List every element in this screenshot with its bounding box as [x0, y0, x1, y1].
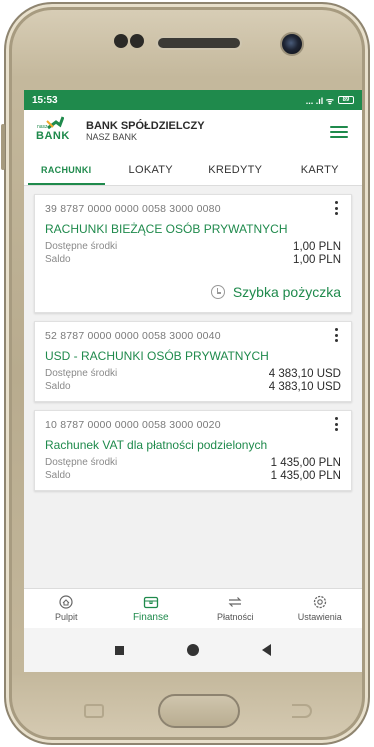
- phone-frame: 15:53 ... .ıl ᯤ 89 nasz BANK BANK SPÓŁDZ…: [1, 2, 370, 745]
- logo-text: BANK: [36, 130, 70, 142]
- tab-karty[interactable]: KARTY: [278, 154, 363, 185]
- nav-ustawienia[interactable]: Ustawienia: [278, 589, 363, 628]
- available-value: 1 435,00 PLN: [270, 457, 341, 469]
- nav-label: Pulpit: [54, 612, 78, 622]
- available-label: Dostępne środki: [45, 457, 118, 468]
- nav-label: Finanse: [132, 611, 169, 623]
- status-icons: ... .ıl ᯤ 89: [306, 94, 354, 107]
- balance-label: Saldo: [45, 254, 71, 265]
- status-time: 15:53: [32, 94, 58, 106]
- bank-logo: nasz BANK: [36, 116, 78, 148]
- quick-loan-button[interactable]: Szybka pożyczka: [45, 284, 341, 300]
- quick-loan-label: Szybka pożyczka: [232, 284, 341, 300]
- balance-row: Saldo 1,00 PLN: [45, 254, 341, 266]
- balance-label: Saldo: [45, 470, 71, 481]
- account-card[interactable]: 39 8787 0000 0000 0058 3000 0080 RACHUNK…: [34, 194, 352, 313]
- balance-value: 1 435,00 PLN: [270, 470, 341, 482]
- tab-lokaty[interactable]: LOKATY: [109, 154, 194, 185]
- nav-pulpit[interactable]: Pulpit: [24, 589, 109, 628]
- hardware-home-button: [158, 694, 240, 728]
- tab-bar: RACHUNKI LOKATY KREDYTY KARTY: [24, 154, 362, 186]
- wallet-icon: [143, 596, 158, 608]
- more-options-icon[interactable]: [331, 417, 341, 431]
- hardware-back-key: [292, 704, 312, 718]
- account-name[interactable]: Rachunek VAT dla płatności podzielonych: [45, 438, 341, 453]
- brand-subtitle: NASZ BANK: [86, 132, 138, 142]
- brand: BANK SPÓŁDZIELCZY NASZ BANK: [86, 121, 330, 143]
- logo-arrow-icon: [46, 116, 64, 130]
- tab-kredyty[interactable]: KREDYTY: [193, 154, 278, 185]
- balance-value: 4 383,10 USD: [268, 381, 341, 393]
- clock-icon: [210, 285, 225, 299]
- account-number: 10 8787 0000 0000 0058 3000 0020: [45, 419, 221, 431]
- available-row: Dostępne środki 4 383,10 USD: [45, 368, 341, 380]
- balance-value: 1,00 PLN: [293, 254, 341, 266]
- back-icon[interactable]: [261, 644, 271, 656]
- brand-title: BANK SPÓŁDZIELCZY: [86, 120, 205, 132]
- recent-apps-icon[interactable]: [115, 645, 125, 655]
- sensor-dot: [114, 34, 128, 48]
- balance-label: Saldo: [45, 381, 71, 392]
- home-icon: [59, 595, 73, 609]
- available-label: Dostępne środki: [45, 241, 118, 252]
- balance-row: Saldo 1 435,00 PLN: [45, 470, 341, 482]
- volume-button: [1, 124, 5, 170]
- account-card[interactable]: 52 8787 0000 0000 0058 3000 0040 USD - R…: [34, 321, 352, 402]
- available-value: 1,00 PLN: [293, 241, 341, 253]
- gear-icon: [313, 595, 326, 609]
- more-options-icon[interactable]: [331, 201, 341, 215]
- hamburger-icon[interactable]: [330, 126, 348, 138]
- signal-wifi-icon: ... .ıl ᯤ: [305, 95, 334, 106]
- front-camera: [280, 32, 304, 56]
- nav-finanse[interactable]: Finanse: [109, 589, 194, 628]
- account-name[interactable]: USD - RACHUNKI OSÓB PRYWATNYCH: [45, 349, 341, 364]
- nav-label: Ustawienia: [297, 612, 342, 622]
- app-header: nasz BANK BANK SPÓŁDZIELCZY NASZ BANK: [24, 110, 362, 154]
- sensor-dot: [130, 34, 144, 48]
- bottom-navigation: Pulpit Finanse Płatności Ustawienia: [24, 588, 362, 628]
- account-list: 39 8787 0000 0000 0058 3000 0080 RACHUNK…: [24, 186, 362, 491]
- transfer-arrows-icon: [228, 597, 242, 607]
- tab-rachunki[interactable]: RACHUNKI: [24, 154, 109, 185]
- more-options-icon[interactable]: [331, 328, 341, 342]
- nav-label: Płatności: [216, 612, 254, 622]
- hardware-recent-key: [84, 704, 104, 718]
- available-label: Dostępne środki: [45, 368, 118, 379]
- account-number: 39 8787 0000 0000 0058 3000 0080: [45, 203, 221, 215]
- battery-icon: 89: [338, 96, 354, 104]
- system-navigation-bar: [24, 628, 362, 672]
- status-bar: 15:53 ... .ıl ᯤ 89: [24, 90, 362, 110]
- account-number: 52 8787 0000 0000 0058 3000 0040: [45, 330, 221, 342]
- available-value: 4 383,10 USD: [268, 368, 341, 380]
- available-row: Dostępne środki 1,00 PLN: [45, 241, 341, 253]
- nav-platnosci[interactable]: Płatności: [193, 589, 278, 628]
- available-row: Dostępne środki 1 435,00 PLN: [45, 457, 341, 469]
- earpiece-speaker: [156, 36, 242, 50]
- account-card[interactable]: 10 8787 0000 0000 0058 3000 0020 Rachune…: [34, 410, 352, 491]
- balance-row: Saldo 4 383,10 USD: [45, 381, 341, 393]
- screen: 15:53 ... .ıl ᯤ 89 nasz BANK BANK SPÓŁDZ…: [24, 90, 362, 672]
- account-name[interactable]: RACHUNKI BIEŻĄCE OSÓB PRYWATNYCH: [45, 222, 341, 237]
- home-button-icon[interactable]: [186, 644, 199, 656]
